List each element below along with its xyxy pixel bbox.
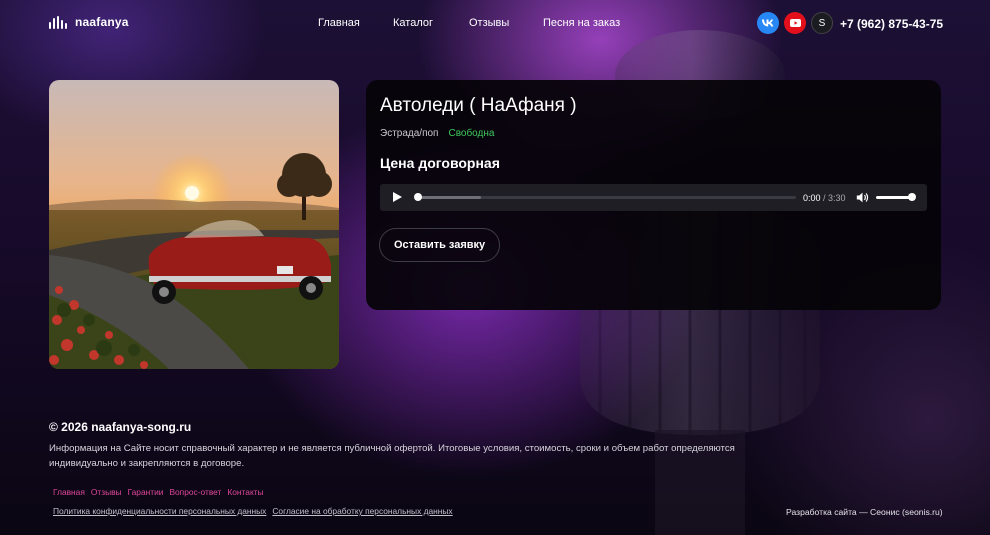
data-consent-link[interactable]: Согласие на обработку персональных данны… <box>272 506 452 516</box>
logo-text: naafanya <box>75 15 129 29</box>
disclaimer-text: Информация на Сайте носит справочный хар… <box>49 443 735 469</box>
vk-icon[interactable] <box>757 12 779 34</box>
play-icon[interactable] <box>393 192 402 202</box>
time-display: 0:00 / 3:30 <box>803 193 846 203</box>
song-meta: Эстрада/поп Свободна <box>380 128 494 139</box>
song-price: Цена договорная <box>380 155 500 171</box>
song-status-badge: Свободна <box>448 128 495 139</box>
policy-links: Политика конфиденциальности персональных… <box>53 506 453 516</box>
nav-item-catalog[interactable]: Каталог <box>393 17 433 29</box>
volume-icon[interactable] <box>856 191 869 204</box>
footer-link-guarantees[interactable]: Гарантии <box>128 487 164 497</box>
sound-bars-icon <box>49 15 67 29</box>
footer-link-home[interactable]: Главная <box>53 487 85 497</box>
volume-handle[interactable] <box>908 193 916 201</box>
buffered-bar <box>416 196 481 199</box>
song-title: Автоледи ( НаАфаня ) <box>380 95 577 116</box>
seek-handle[interactable] <box>414 193 422 201</box>
developer-credit[interactable]: Разработка сайта — Сеонис (seonis.ru) <box>786 507 943 517</box>
footer-link-contacts[interactable]: Контакты <box>227 487 263 497</box>
copyright: © 2026 naafanya-song.ru <box>49 420 192 434</box>
audio-player: 0:00 / 3:30 <box>380 184 927 211</box>
footer-links: Главная Отзывы Гарантии Вопрос-ответ Кон… <box>53 487 264 497</box>
nav-item-reviews[interactable]: Отзывы <box>469 17 509 29</box>
submit-request-button[interactable]: Оставить заявку <box>379 228 501 262</box>
nav-item-home[interactable]: Главная <box>318 17 360 29</box>
site-logo[interactable]: naafanya <box>49 15 129 29</box>
youtube-icon[interactable] <box>784 12 806 34</box>
phone-link[interactable]: +7 (962) 875-43-75 <box>840 17 943 31</box>
current-time: 0:00 <box>803 193 821 203</box>
song-genre: Эстрада/поп <box>380 128 439 139</box>
nav-item-custom-song[interactable]: Песня на заказ <box>543 17 620 29</box>
footer-link-faq[interactable]: Вопрос-ответ <box>169 487 221 497</box>
privacy-policy-link[interactable]: Политика конфиденциальности персональных… <box>53 506 266 516</box>
song-cover-image <box>49 80 339 369</box>
social-links: S <box>757 12 833 34</box>
seek-bar[interactable] <box>416 196 796 199</box>
s-icon[interactable]: S <box>811 12 833 34</box>
song-card: Автоледи ( НаАфаня ) Эстрада/поп Свободн… <box>366 80 941 310</box>
footer-link-reviews[interactable]: Отзывы <box>91 487 122 497</box>
time-separator: / <box>820 193 829 203</box>
site-header: naafanya Главная Каталог Отзывы Песня на… <box>0 0 990 48</box>
duration: 3:30 <box>828 193 846 203</box>
